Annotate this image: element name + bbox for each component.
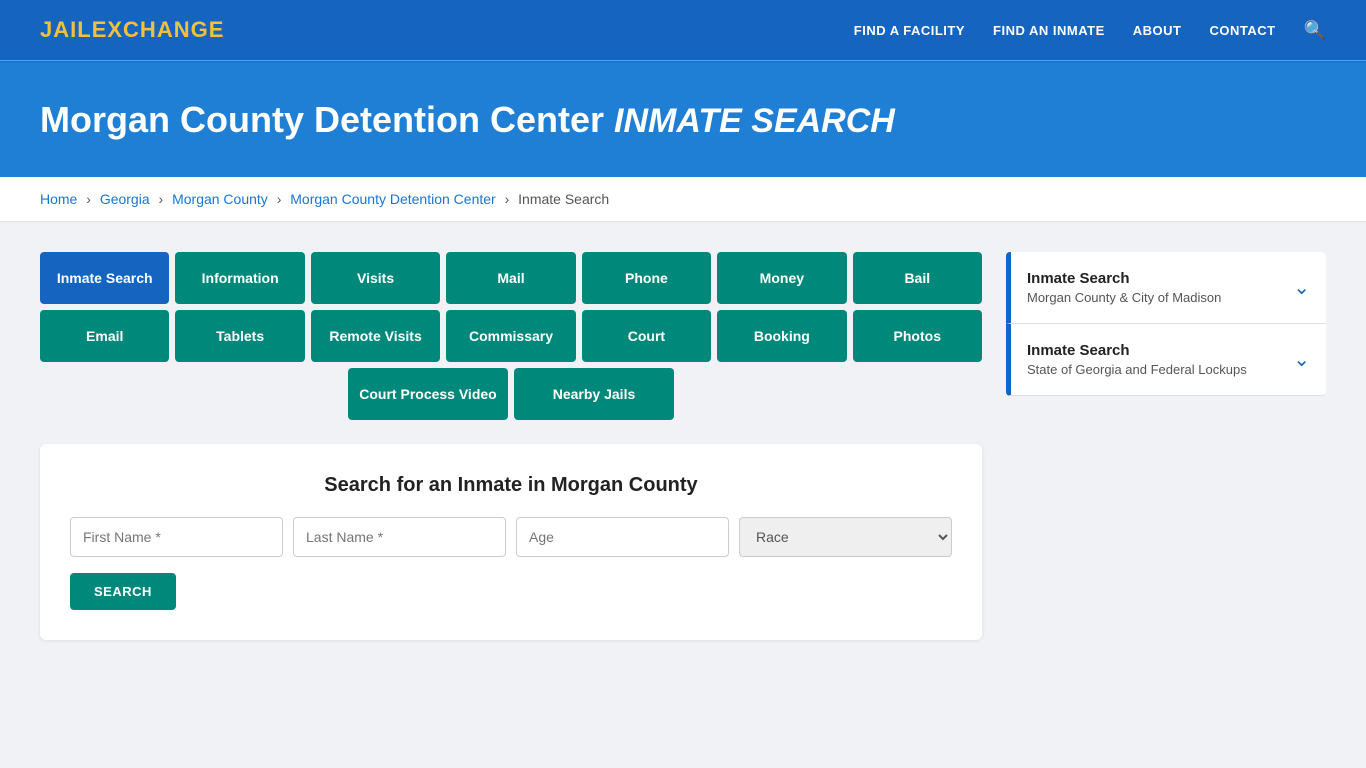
tab-bail[interactable]: Bail <box>853 252 982 304</box>
tab-information[interactable]: Information <box>175 252 304 304</box>
brand-logo[interactable]: JAILEXCHANGE <box>40 17 224 43</box>
last-name-input[interactable] <box>293 517 506 557</box>
breadcrumb-sep-1: › <box>86 191 91 207</box>
age-input[interactable] <box>516 517 729 557</box>
sidebar-card-1-title: Inmate Search <box>1027 270 1221 287</box>
nav-find-facility[interactable]: FIND A FACILITY <box>854 23 965 38</box>
tab-nearby-jails[interactable]: Nearby Jails <box>514 368 674 420</box>
brand-name-part2: XCHANGE <box>107 17 224 42</box>
tab-court[interactable]: Court <box>582 310 711 362</box>
sidebar-card-2-subtitle: State of Georgia and Federal Lockups <box>1027 362 1247 377</box>
tab-remote-visits[interactable]: Remote Visits <box>311 310 440 362</box>
page-title: Morgan County Detention Center INMATE SE… <box>40 99 1326 141</box>
nav-links: FIND A FACILITY FIND AN INMATE ABOUT CON… <box>854 20 1326 41</box>
tab-tablets[interactable]: Tablets <box>175 310 304 362</box>
tab-row-1: Inmate Search Information Visits Mail Ph… <box>40 252 982 304</box>
tab-row-2: Email Tablets Remote Visits Commissary C… <box>40 310 982 362</box>
tab-visits[interactable]: Visits <box>311 252 440 304</box>
first-name-input[interactable] <box>70 517 283 557</box>
chevron-down-icon-1: ⌄ <box>1293 275 1310 300</box>
breadcrumb-georgia[interactable]: Georgia <box>100 191 150 207</box>
tab-phone[interactable]: Phone <box>582 252 711 304</box>
tab-inmate-search[interactable]: Inmate Search <box>40 252 169 304</box>
breadcrumb-current: Inmate Search <box>518 191 609 207</box>
breadcrumb-sep-2: › <box>159 191 164 207</box>
search-heading: Search for an Inmate in Morgan County <box>70 474 952 497</box>
tab-booking[interactable]: Booking <box>717 310 846 362</box>
hero-title-main: Morgan County Detention Center <box>40 99 604 140</box>
navbar: JAILEXCHANGE FIND A FACILITY FIND AN INM… <box>0 0 1366 60</box>
hero-section: Morgan County Detention Center INMATE SE… <box>0 63 1366 177</box>
tab-money[interactable]: Money <box>717 252 846 304</box>
tab-email[interactable]: Email <box>40 310 169 362</box>
breadcrumb-sep-3: › <box>277 191 282 207</box>
sidebar-card-2-text: Inmate Search State of Georgia and Feder… <box>1027 342 1247 377</box>
sidebar-card-2[interactable]: Inmate Search State of Georgia and Feder… <box>1006 324 1326 396</box>
brand-name-part1: JAIL <box>40 17 92 42</box>
search-box: Search for an Inmate in Morgan County Ra… <box>40 444 982 640</box>
breadcrumb-sep-4: › <box>505 191 510 207</box>
search-fields: Race White Black Hispanic Asian Other <box>70 517 952 557</box>
breadcrumb-facility[interactable]: Morgan County Detention Center <box>290 191 495 207</box>
tab-commissary[interactable]: Commissary <box>446 310 575 362</box>
sidebar-card-1-text: Inmate Search Morgan County & City of Ma… <box>1027 270 1221 305</box>
main-content: Inmate Search Information Visits Mail Ph… <box>0 222 1366 670</box>
hero-title-italic: INMATE SEARCH <box>614 102 895 140</box>
search-button[interactable]: SEARCH <box>70 573 176 610</box>
breadcrumb: Home › Georgia › Morgan County › Morgan … <box>0 177 1366 222</box>
tab-photos[interactable]: Photos <box>853 310 982 362</box>
race-select[interactable]: Race White Black Hispanic Asian Other <box>739 517 952 557</box>
nav-about[interactable]: ABOUT <box>1133 23 1182 38</box>
sidebar-card-2-title: Inmate Search <box>1027 342 1247 359</box>
sidebar-card-1[interactable]: Inmate Search Morgan County & City of Ma… <box>1006 252 1326 324</box>
tab-mail[interactable]: Mail <box>446 252 575 304</box>
tab-court-process-video[interactable]: Court Process Video <box>348 368 508 420</box>
right-sidebar: Inmate Search Morgan County & City of Ma… <box>1006 252 1326 396</box>
breadcrumb-morgan-county[interactable]: Morgan County <box>172 191 268 207</box>
nav-find-inmate[interactable]: FIND AN INMATE <box>993 23 1105 38</box>
sidebar-card-1-subtitle: Morgan County & City of Madison <box>1027 290 1221 305</box>
breadcrumb-home[interactable]: Home <box>40 191 77 207</box>
left-column: Inmate Search Information Visits Mail Ph… <box>40 252 982 640</box>
search-icon[interactable]: 🔍 <box>1304 20 1326 41</box>
tab-row-3: Court Process Video Nearby Jails <box>40 368 982 420</box>
chevron-down-icon-2: ⌄ <box>1293 347 1310 372</box>
nav-contact[interactable]: CONTACT <box>1209 23 1275 38</box>
brand-highlight: E <box>92 17 108 42</box>
